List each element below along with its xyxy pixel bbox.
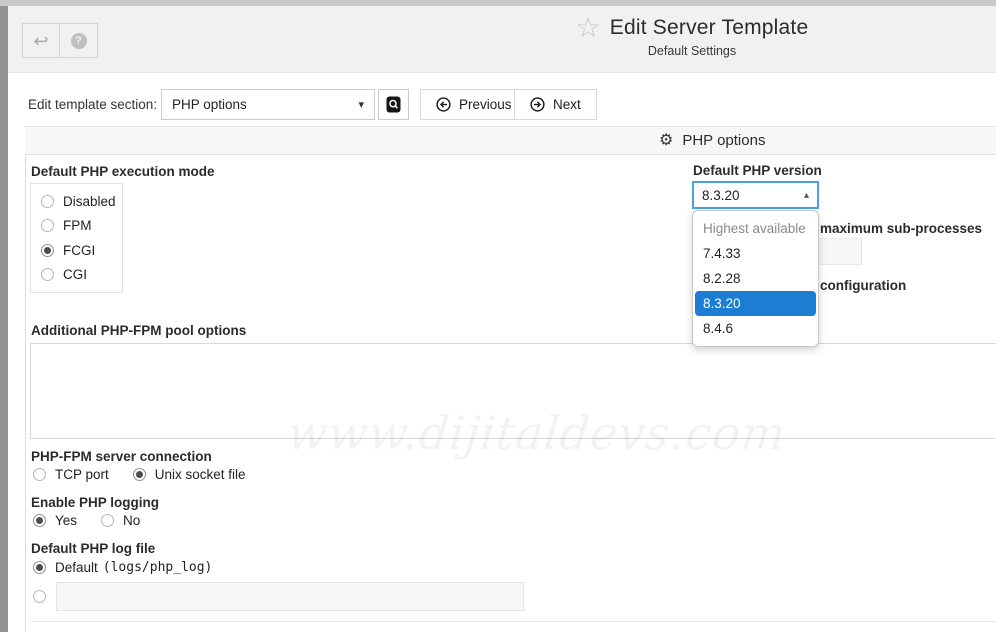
gear-icon: ⚙ <box>659 133 673 149</box>
help-icon: ? <box>71 33 87 49</box>
radio-fcgi[interactable] <box>41 244 54 257</box>
menu-item-7-4-33[interactable]: 7.4.33 <box>693 241 818 266</box>
page-title-block: ☆ Edit Server Template Default Settings <box>380 14 996 58</box>
connection-option-unix-socket[interactable]: Unix socket file <box>133 467 246 482</box>
radio-cgi[interactable] <box>41 268 54 281</box>
radio-tcp-port[interactable] <box>33 468 46 481</box>
server-connection-label: PHP-FPM server connection <box>31 449 212 464</box>
radio-unix-socket[interactable] <box>133 468 146 481</box>
section-title: PHP options <box>682 132 765 149</box>
exec-mode-group: Disabled FPM FCGI CGI <box>30 183 123 293</box>
arrow-left-circle-icon <box>436 97 451 112</box>
star-icon[interactable]: ☆ <box>576 14 601 42</box>
option-label: Default <box>55 560 98 575</box>
back-button[interactable]: ↩ <box>22 23 60 58</box>
menu-item-8-2-28[interactable]: 8.2.28 <box>693 266 818 291</box>
exec-mode-option-fcgi[interactable]: FCGI <box>41 243 122 258</box>
left-edge-strip <box>0 6 8 632</box>
page-header: ↩ ? ☆ Edit Server Template Default Setti… <box>8 6 996 73</box>
max-subprocesses-label: maximum sub-processes <box>820 221 982 236</box>
page-title: Edit Server Template <box>610 16 809 40</box>
exec-mode-option-cgi[interactable]: CGI <box>41 267 122 282</box>
exec-mode-option-disabled[interactable]: Disabled <box>41 194 122 209</box>
chevron-up-icon: ▴ <box>804 190 809 201</box>
radio-disabled[interactable] <box>41 195 54 208</box>
php-version-dropdown-menu: Highest available 7.4.33 8.2.28 8.3.20 8… <box>692 210 819 347</box>
page-subtitle: Default Settings <box>380 44 996 58</box>
logging-option-yes[interactable]: Yes <box>33 513 77 528</box>
menu-item-8-4-6[interactable]: 8.4.6 <box>693 316 818 341</box>
php-version-select[interactable]: 8.3.20 ▴ <box>692 181 819 209</box>
option-label: Disabled <box>63 194 116 209</box>
preview-icon <box>386 96 401 113</box>
chevron-down-icon: ▾ <box>358 98 364 111</box>
option-label: No <box>123 513 140 528</box>
option-label: Yes <box>55 513 77 528</box>
header-button-group: ↩ ? <box>22 23 98 58</box>
previous-button-label: Previous <box>459 97 512 112</box>
next-button-label: Next <box>553 97 581 112</box>
log-path-code: (logs/php_log) <box>103 560 213 575</box>
previous-button[interactable]: Previous <box>420 89 528 120</box>
back-arrow-icon: ↩ <box>33 32 48 50</box>
server-connection-group: TCP port Unix socket file <box>33 467 246 482</box>
exec-mode-label: Default PHP execution mode <box>31 164 215 179</box>
php-version-value: 8.3.20 <box>702 188 740 203</box>
next-button[interactable]: Next <box>514 89 597 120</box>
log-file-label: Default PHP log file <box>31 541 155 556</box>
page: ↩ ? ☆ Edit Server Template Default Setti… <box>0 0 996 632</box>
radio-log-default[interactable] <box>33 561 46 574</box>
help-button[interactable]: ? <box>60 23 98 58</box>
section-select-label: Edit template section: <box>28 97 157 112</box>
option-label: TCP port <box>55 467 109 482</box>
pool-options-textarea[interactable] <box>30 343 996 439</box>
menu-item-highest-available[interactable]: Highest available <box>693 216 818 241</box>
connection-option-tcp[interactable]: TCP port <box>33 467 109 482</box>
bottom-divider <box>29 621 996 622</box>
radio-log-custom[interactable] <box>33 590 46 603</box>
logging-option-no[interactable]: No <box>101 513 140 528</box>
template-section-select[interactable]: PHP options ▾ <box>161 89 375 120</box>
pool-options-label: Additional PHP-FPM pool options <box>31 323 246 338</box>
log-file-default-option[interactable]: Default (logs/php_log) <box>33 560 212 575</box>
menu-item-8-3-20[interactable]: 8.3.20 <box>695 291 816 316</box>
option-label: FPM <box>63 218 92 233</box>
section-header-bar: ⚙ PHP options <box>25 126 996 155</box>
option-label: Unix socket file <box>155 467 246 482</box>
configuration-label: configuration <box>820 278 906 293</box>
enable-logging-label: Enable PHP logging <box>31 495 159 510</box>
arrow-right-circle-icon <box>530 97 545 112</box>
radio-logging-yes[interactable] <box>33 514 46 527</box>
php-version-label: Default PHP version <box>693 163 822 178</box>
radio-logging-no[interactable] <box>101 514 114 527</box>
custom-log-file-input[interactable] <box>56 582 524 611</box>
option-label: CGI <box>63 267 87 282</box>
section-select-value: PHP options <box>172 97 247 112</box>
preview-section-button[interactable] <box>378 89 409 120</box>
logging-group: Yes No <box>33 513 140 528</box>
exec-mode-option-fpm[interactable]: FPM <box>41 218 122 233</box>
option-label: FCGI <box>63 243 95 258</box>
radio-fpm[interactable] <box>41 219 54 232</box>
